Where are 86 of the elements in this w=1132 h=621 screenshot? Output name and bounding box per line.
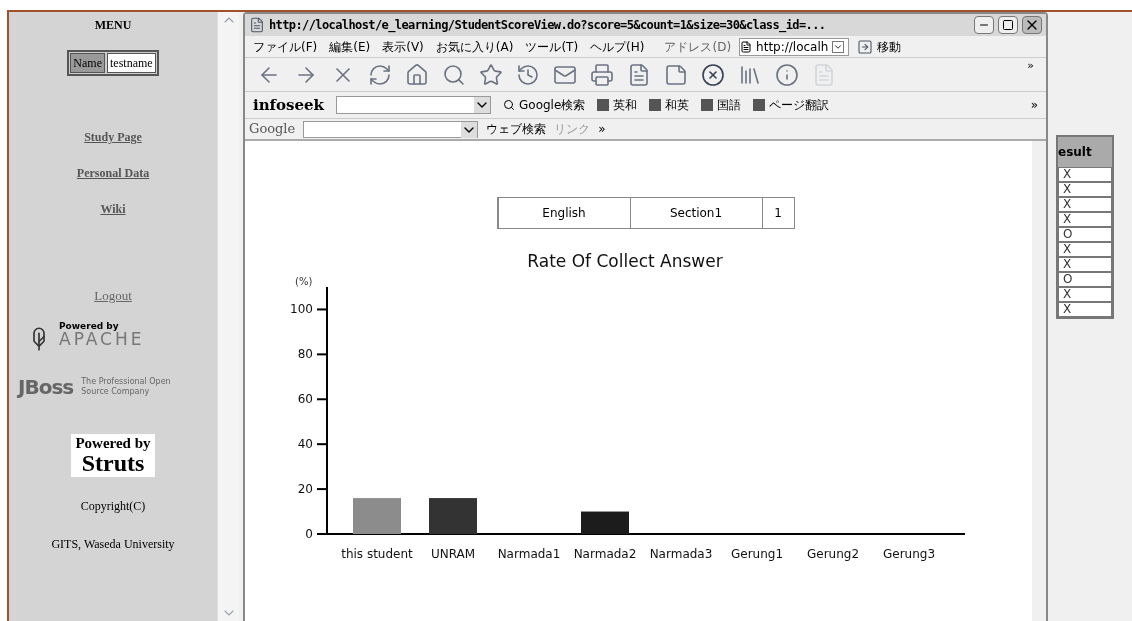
menu-item[interactable]: 編集(E) [329, 37, 371, 56]
category-label: Gerung2 [806, 547, 860, 561]
google-search-field[interactable] [303, 120, 479, 138]
info-cell: Section1 [629, 198, 762, 228]
history-icon[interactable] [516, 62, 540, 87]
tick-label: 80 [297, 347, 313, 362]
category-label: UNRAM [430, 547, 476, 561]
category-label: Gerung1 [730, 547, 784, 561]
category-label: this student [341, 547, 413, 561]
menu-item[interactable]: ツール(T) [525, 37, 579, 56]
category-label: Narmada3 [649, 547, 713, 561]
bar [353, 498, 401, 534]
close-circle-icon[interactable] [701, 62, 725, 87]
menu-item[interactable]: お気に入り(A) [435, 37, 514, 56]
tick-label: 100 [290, 302, 313, 317]
menu-link[interactable]: Logout [94, 286, 132, 306]
search-icon [503, 99, 515, 111]
google-logo: Google [249, 120, 296, 139]
menu-item[interactable]: ファイル(F) [253, 37, 318, 56]
result-cell: X [1058, 167, 1112, 182]
info-cell: English [497, 198, 630, 228]
result-cell: X [1058, 302, 1112, 317]
menu-item[interactable]: ヘルプ(H) [590, 37, 645, 56]
info-cell: 1 [761, 198, 794, 228]
result-cell: X [1058, 242, 1112, 257]
tick-label: 20 [297, 482, 313, 497]
menu-link[interactable]: Personal Data [76, 164, 150, 182]
window-title: http://localhost/e_learning/StudentScoreView.do?score=5&count=1&size=30&class_id=... [269, 17, 827, 34]
bar [581, 511, 629, 534]
result-cell: X [1058, 212, 1112, 227]
dictionary-button[interactable]: 英和 [597, 96, 638, 114]
result-cell: O [1058, 272, 1112, 287]
dropdown-icon[interactable] [474, 97, 490, 113]
category-label: Gerung3 [882, 547, 936, 561]
overflow-chevron[interactable]: » [1027, 58, 1034, 75]
result-cell: X [1058, 182, 1112, 197]
copyright-text: Copyright(C) [80, 497, 146, 515]
name-label: Name [70, 53, 105, 73]
scrollbar[interactable] [217, 12, 239, 621]
struts-logo: Powered by Struts [71, 433, 155, 477]
tick-label: 40 [297, 437, 313, 452]
name-value: testname [107, 53, 156, 73]
overflow-chevron[interactable]: » [598, 120, 606, 138]
note-icon[interactable] [664, 62, 688, 87]
star-icon[interactable] [479, 62, 503, 87]
dictionary-button[interactable]: 国語 [701, 96, 742, 114]
google-search-button[interactable]: Google検索 [503, 96, 586, 114]
result-cell: O [1058, 227, 1112, 242]
address-field[interactable]: http://localh [739, 37, 850, 56]
organization-text: GITS, Waseda University [51, 535, 175, 553]
search-icon[interactable] [442, 62, 466, 87]
overflow-chevron[interactable]: » [1030, 96, 1038, 114]
result-cell: X [1058, 287, 1112, 302]
maximize-button[interactable] [998, 16, 1018, 34]
infoseek-logo: infoseek [253, 94, 324, 116]
category-label: Narmada1 [497, 547, 561, 561]
refresh-icon[interactable] [368, 62, 392, 87]
menu-item[interactable]: 表示(V) [382, 37, 424, 56]
result-cell: X [1058, 257, 1112, 272]
tick-label: 60 [297, 392, 313, 407]
chart-title: Rate Of Collect Answer [527, 251, 723, 271]
infoseek-search-field[interactable] [336, 96, 491, 114]
dropdown-icon[interactable] [461, 121, 478, 138]
tick-label: 0 [305, 527, 313, 541]
close-button[interactable] [1022, 16, 1042, 34]
page-icon [740, 40, 753, 53]
printer-icon[interactable] [590, 62, 614, 87]
address-label: アドレス(D) [664, 38, 732, 56]
bar [429, 498, 477, 534]
menu-link[interactable]: Wiki [100, 200, 126, 218]
menu-title: MENU [94, 17, 132, 34]
menu-link[interactable]: Study Page [84, 128, 142, 146]
info-icon[interactable] [775, 62, 799, 87]
apache-logo: Powered by APACHE [23, 321, 203, 348]
dictionary-button[interactable]: 和英 [649, 96, 690, 114]
axis-label: (%) [295, 276, 313, 287]
home-icon[interactable] [405, 62, 429, 87]
web-search-button[interactable]: ウェブ検索 [486, 120, 547, 138]
dictionary-button[interactable]: ページ翻訳 [753, 96, 830, 114]
go-button[interactable]: 移動 [857, 37, 902, 56]
category-label: Narmada2 [573, 547, 637, 561]
page-icon[interactable] [249, 17, 265, 33]
maximize-icon [1002, 19, 1014, 31]
minimize-button[interactable] [974, 16, 994, 34]
result-header: esult [1058, 137, 1112, 167]
result-cell: X [1058, 197, 1112, 212]
